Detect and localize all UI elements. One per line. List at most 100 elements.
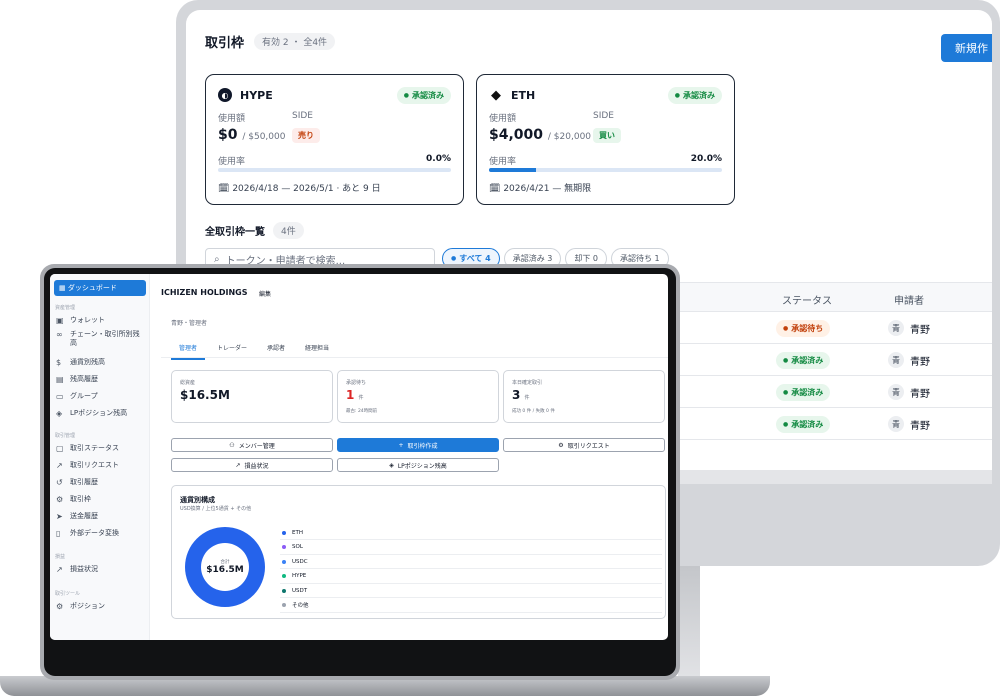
period: 🗓 2026/4/21 — 無期限	[489, 184, 592, 194]
applicant-name: 青野	[910, 325, 930, 336]
period: 🗓 2026/4/18 — 2026/5/1 · あと 9 日	[218, 184, 381, 194]
legend-item: SOL	[280, 541, 662, 555]
sidebar-section-trading: 取引管理	[55, 433, 76, 439]
pnl-button[interactable]: ↗ 損益状況	[171, 458, 333, 472]
rate-label: 使用率	[489, 157, 517, 167]
gear-icon: ⚙	[56, 602, 64, 611]
legend-swatch	[282, 588, 286, 593]
legend-item: USDT	[280, 584, 662, 598]
sidebar-item-lp[interactable]: ◈ LPポジション残高	[56, 409, 146, 418]
tabs-divider	[161, 357, 668, 358]
list-count: 4件	[273, 222, 304, 239]
calendar-icon: 🗓	[218, 184, 230, 194]
gear-icon: ⚙	[558, 441, 564, 449]
member-management-button[interactable]: ⚇ メンバー管理	[171, 438, 333, 452]
sidebar-item-wallet[interactable]: ▣ ウォレット	[56, 316, 146, 325]
sidebar-item-pnl[interactable]: ↗ 損益状況	[56, 565, 146, 574]
file-icon: ▯	[56, 529, 61, 538]
applicant-name: 青野	[910, 357, 930, 368]
status-badge: 承認済み	[776, 384, 831, 401]
status-badge: 承認済み	[396, 87, 451, 104]
rate-label: 使用率	[218, 157, 246, 167]
legend-label: その他	[292, 603, 309, 609]
legend-swatch	[282, 559, 286, 564]
rate-value: 0.0%	[426, 154, 451, 164]
token-name: ETH	[511, 88, 536, 102]
panel-title: 通貨別構成	[180, 496, 215, 504]
avatar: 青	[888, 320, 904, 336]
avatar: 青	[888, 416, 904, 432]
stat-value: $16.5M	[180, 388, 230, 402]
eth-coin-icon: ◆	[491, 87, 501, 103]
users-icon: ⚇	[229, 441, 235, 449]
status-badge: 承認待ち	[776, 320, 831, 337]
token-name: HYPE	[240, 88, 273, 102]
trend-icon: ↗	[56, 565, 63, 574]
column-status[interactable]: ステータス	[782, 292, 832, 307]
legend-swatch	[282, 603, 286, 607]
limit-card-eth[interactable]: ◆ ETH 承認済み 使用額 SIDE $4,000 / $20,000 買い …	[476, 74, 735, 205]
usage-bar	[489, 168, 722, 172]
layers-icon: ◈	[56, 409, 63, 418]
usage-bar	[218, 168, 451, 172]
stat-label: 承認待ち	[346, 380, 367, 386]
legend-item: ETH	[280, 526, 662, 540]
breadcrumb: 青野・管理者	[171, 320, 208, 327]
sidebar-item-transfer[interactable]: ➤ 送金履歴	[56, 512, 146, 521]
trade-request-button[interactable]: ⚙ 取引リクエスト	[503, 438, 665, 452]
sidebar-item-trade-limit[interactable]: ⚙ 取引枠	[56, 495, 146, 504]
send-icon: ➤	[56, 512, 63, 521]
laptop: ▦ ダッシュボード 資産管理 ▣ ウォレット ∞ チェーン・取引所別残高 $ 通貨別残…	[40, 264, 680, 680]
applicant-name: 青野	[910, 389, 930, 400]
monitor-stand	[678, 566, 700, 680]
search-icon: ⌕	[214, 253, 220, 265]
stat-pending[interactable]: 承認待ち 1 件 最古: 24時間前	[337, 370, 499, 423]
table-row[interactable]: /1 承認済み 青 青野	[656, 344, 992, 376]
status-badge: 承認済み	[667, 87, 722, 104]
mockup-stage: 取引枠 有効 2 ・ 全4件 新規作 ◐ HYPE 承認済み 使用額 SIDE …	[0, 0, 1000, 700]
limit-card-hype[interactable]: ◐ HYPE 承認済み 使用額 SIDE $0 / $50,000 売り 使用率…	[205, 74, 464, 205]
create-limit-button[interactable]: + 取引枠作成	[337, 438, 499, 452]
stat-label: 本日確定取引	[512, 380, 543, 386]
usage-bar-fill	[489, 168, 536, 172]
sidebar-item-trade-history[interactable]: ↺ 取引履歴	[56, 478, 146, 487]
sidebar: ▦ ダッシュボード 資産管理 ▣ ウォレット ∞ チェーン・取引所別残高 $ 通貨別残…	[50, 274, 150, 640]
panel-subtitle: USD換算 / 上位5通貨 + その他	[180, 506, 252, 512]
table-row[interactable]: 承認待ち 青 青野	[656, 312, 992, 344]
trend-icon: ↗	[56, 461, 63, 470]
avatar: 青	[888, 384, 904, 400]
legend-item: USDC	[280, 555, 662, 569]
sidebar-item-position[interactable]: ⚙ ポジション	[56, 602, 146, 611]
legend-swatch	[282, 530, 286, 535]
hype-coin-icon: ◐	[218, 88, 232, 102]
link-icon: ∞	[56, 330, 63, 339]
main-content: ICHIZEN HOLDINGS 編集 青野・管理者 管理者 トレーダー 承認者…	[150, 274, 668, 640]
new-limit-button[interactable]: 新規作	[941, 34, 992, 62]
legend-item: HYPE	[280, 570, 662, 584]
side-badge: 売り	[292, 128, 320, 143]
layers-icon: ◈	[389, 461, 394, 469]
sidebar-item-external[interactable]: ▯ 外部データ変換	[56, 529, 146, 538]
legend-swatch	[282, 574, 286, 578]
table-row[interactable]: 承認済み 青 青野	[656, 376, 992, 408]
sidebar-item-trade-request[interactable]: ↗ 取引リクエスト	[56, 461, 146, 470]
sidebar-item-trade-status[interactable]: ▢ 取引ステータス	[56, 444, 146, 453]
donut-chart: 合計 $16.5M	[185, 527, 265, 607]
sidebar-item-group[interactable]: ▭ グループ	[56, 392, 146, 401]
lp-balance-button[interactable]: ◈ LPポジション残高	[337, 458, 499, 472]
page-title: 取引枠	[205, 36, 245, 51]
table-row[interactable]: 承認済み 青 青野	[656, 408, 992, 440]
sidebar-item-currency[interactable]: $ 通貨別残高	[56, 358, 146, 367]
sidebar-item-dashboard[interactable]: ▦ ダッシュボード	[54, 280, 146, 296]
history-icon: ↺	[56, 478, 63, 487]
plus-icon: +	[398, 441, 404, 449]
stat-today-trades[interactable]: 本日確定取引 3 件 成功 0 件 / 失敗 0 件	[503, 370, 665, 423]
legend-label: USDC	[292, 558, 308, 565]
list-header: 全取引枠一覧 4件	[205, 222, 304, 239]
total-value: $16.5M	[206, 565, 244, 575]
sidebar-item-chain[interactable]: ∞ チェーン・取引所別残高	[56, 330, 146, 348]
column-applicant[interactable]: 申請者	[894, 292, 924, 307]
edit-link[interactable]: 編集	[259, 289, 271, 298]
sidebar-item-balance-history[interactable]: ▤ 残高履歴	[56, 375, 146, 384]
legend-label: SOL	[292, 544, 303, 550]
